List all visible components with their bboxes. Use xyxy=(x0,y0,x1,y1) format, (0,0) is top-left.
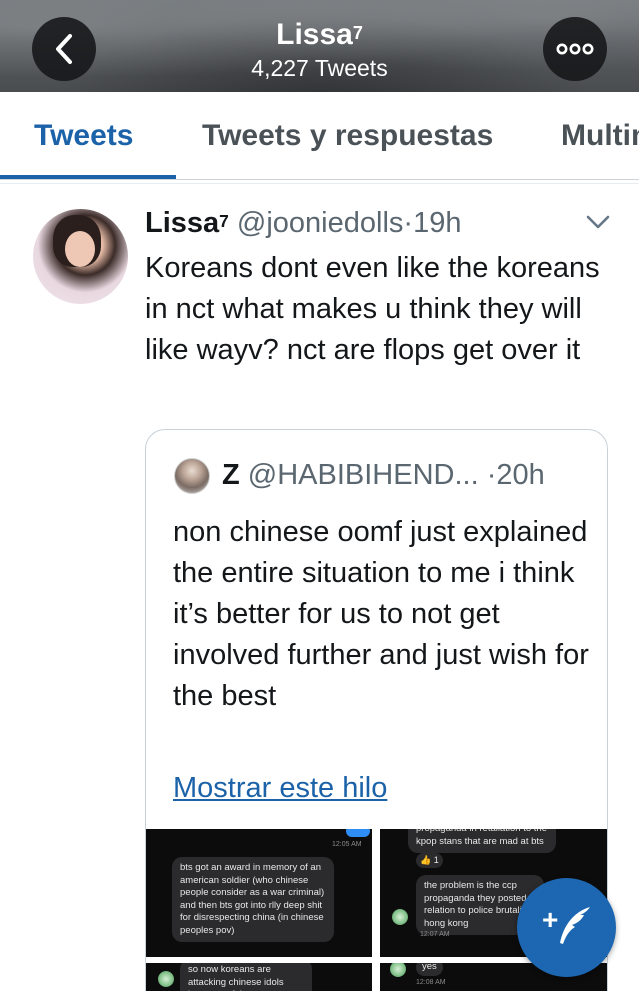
message-bubble: propaganda in retaliation to the kpop st… xyxy=(408,829,556,853)
divider xyxy=(0,183,639,184)
quoted-text: non chinese oomf just explained the enti… xyxy=(173,516,589,712)
avatar xyxy=(392,909,408,925)
tweet-time: 19h xyxy=(413,207,462,239)
compose-tweet-button[interactable]: + xyxy=(517,878,616,977)
message-bubble: so now koreans are attacking chinese ido… xyxy=(180,963,312,991)
more-button[interactable] xyxy=(543,17,607,81)
avatar xyxy=(390,963,406,977)
tweet-header: Lissa7 @jooniedolls·19h xyxy=(145,206,461,240)
compose-tweet-icon: + xyxy=(542,904,590,944)
message-time: 12:05 AM xyxy=(332,841,362,848)
chevron-down-icon[interactable] xyxy=(584,212,612,232)
separator: · xyxy=(403,207,414,239)
profile-tabs: Tweets Tweets y respuestas Multim xyxy=(0,92,639,180)
tab-tweets-and-replies[interactable]: Tweets y respuestas xyxy=(202,118,493,154)
separator: · xyxy=(486,459,497,491)
svg-text:+: + xyxy=(542,904,558,935)
author-name[interactable]: Lissa7 xyxy=(145,207,229,239)
quoted-avatar xyxy=(174,458,210,494)
show-thread-link[interactable]: Mostrar este hilo xyxy=(173,770,387,806)
message-bubble: yes xyxy=(416,963,443,976)
quoted-header: Z @HABIBIHEND... ·20h xyxy=(222,457,545,493)
quoted-author-handle: @HABIBIHEND... xyxy=(247,459,479,491)
quoted-author-name: Z xyxy=(222,459,240,491)
media-image[interactable]: so now koreans are attacking chinese ido… xyxy=(146,963,372,991)
quoted-time: 20h xyxy=(496,459,545,491)
message-bubble: bts got an award in memory of an america… xyxy=(172,857,334,942)
avatar[interactable] xyxy=(33,209,128,304)
tweet-text: Koreans dont even like the koreans in nc… xyxy=(145,252,600,366)
tweet-count: 4,227 Tweets xyxy=(251,55,388,81)
more-horizontal-icon xyxy=(556,43,594,55)
media-image[interactable]: 12:05 AM bts got an award in memory of a… xyxy=(146,829,372,957)
active-tab-indicator xyxy=(0,175,176,179)
profile-header: Lissa7 4,227 Tweets xyxy=(0,0,639,92)
message-time: 12:07 AM xyxy=(420,931,450,938)
message-bubble-blue xyxy=(346,829,370,837)
tab-media[interactable]: Multim xyxy=(561,118,639,154)
thumbs-up-icon: 👍 xyxy=(420,855,432,865)
message-time: 12:08 AM xyxy=(416,979,446,986)
tab-tweets[interactable]: Tweets xyxy=(34,118,133,154)
author-handle[interactable]: @jooniedolls xyxy=(237,207,403,239)
reaction-badge: 👍 1 xyxy=(416,853,443,868)
avatar xyxy=(158,971,174,987)
